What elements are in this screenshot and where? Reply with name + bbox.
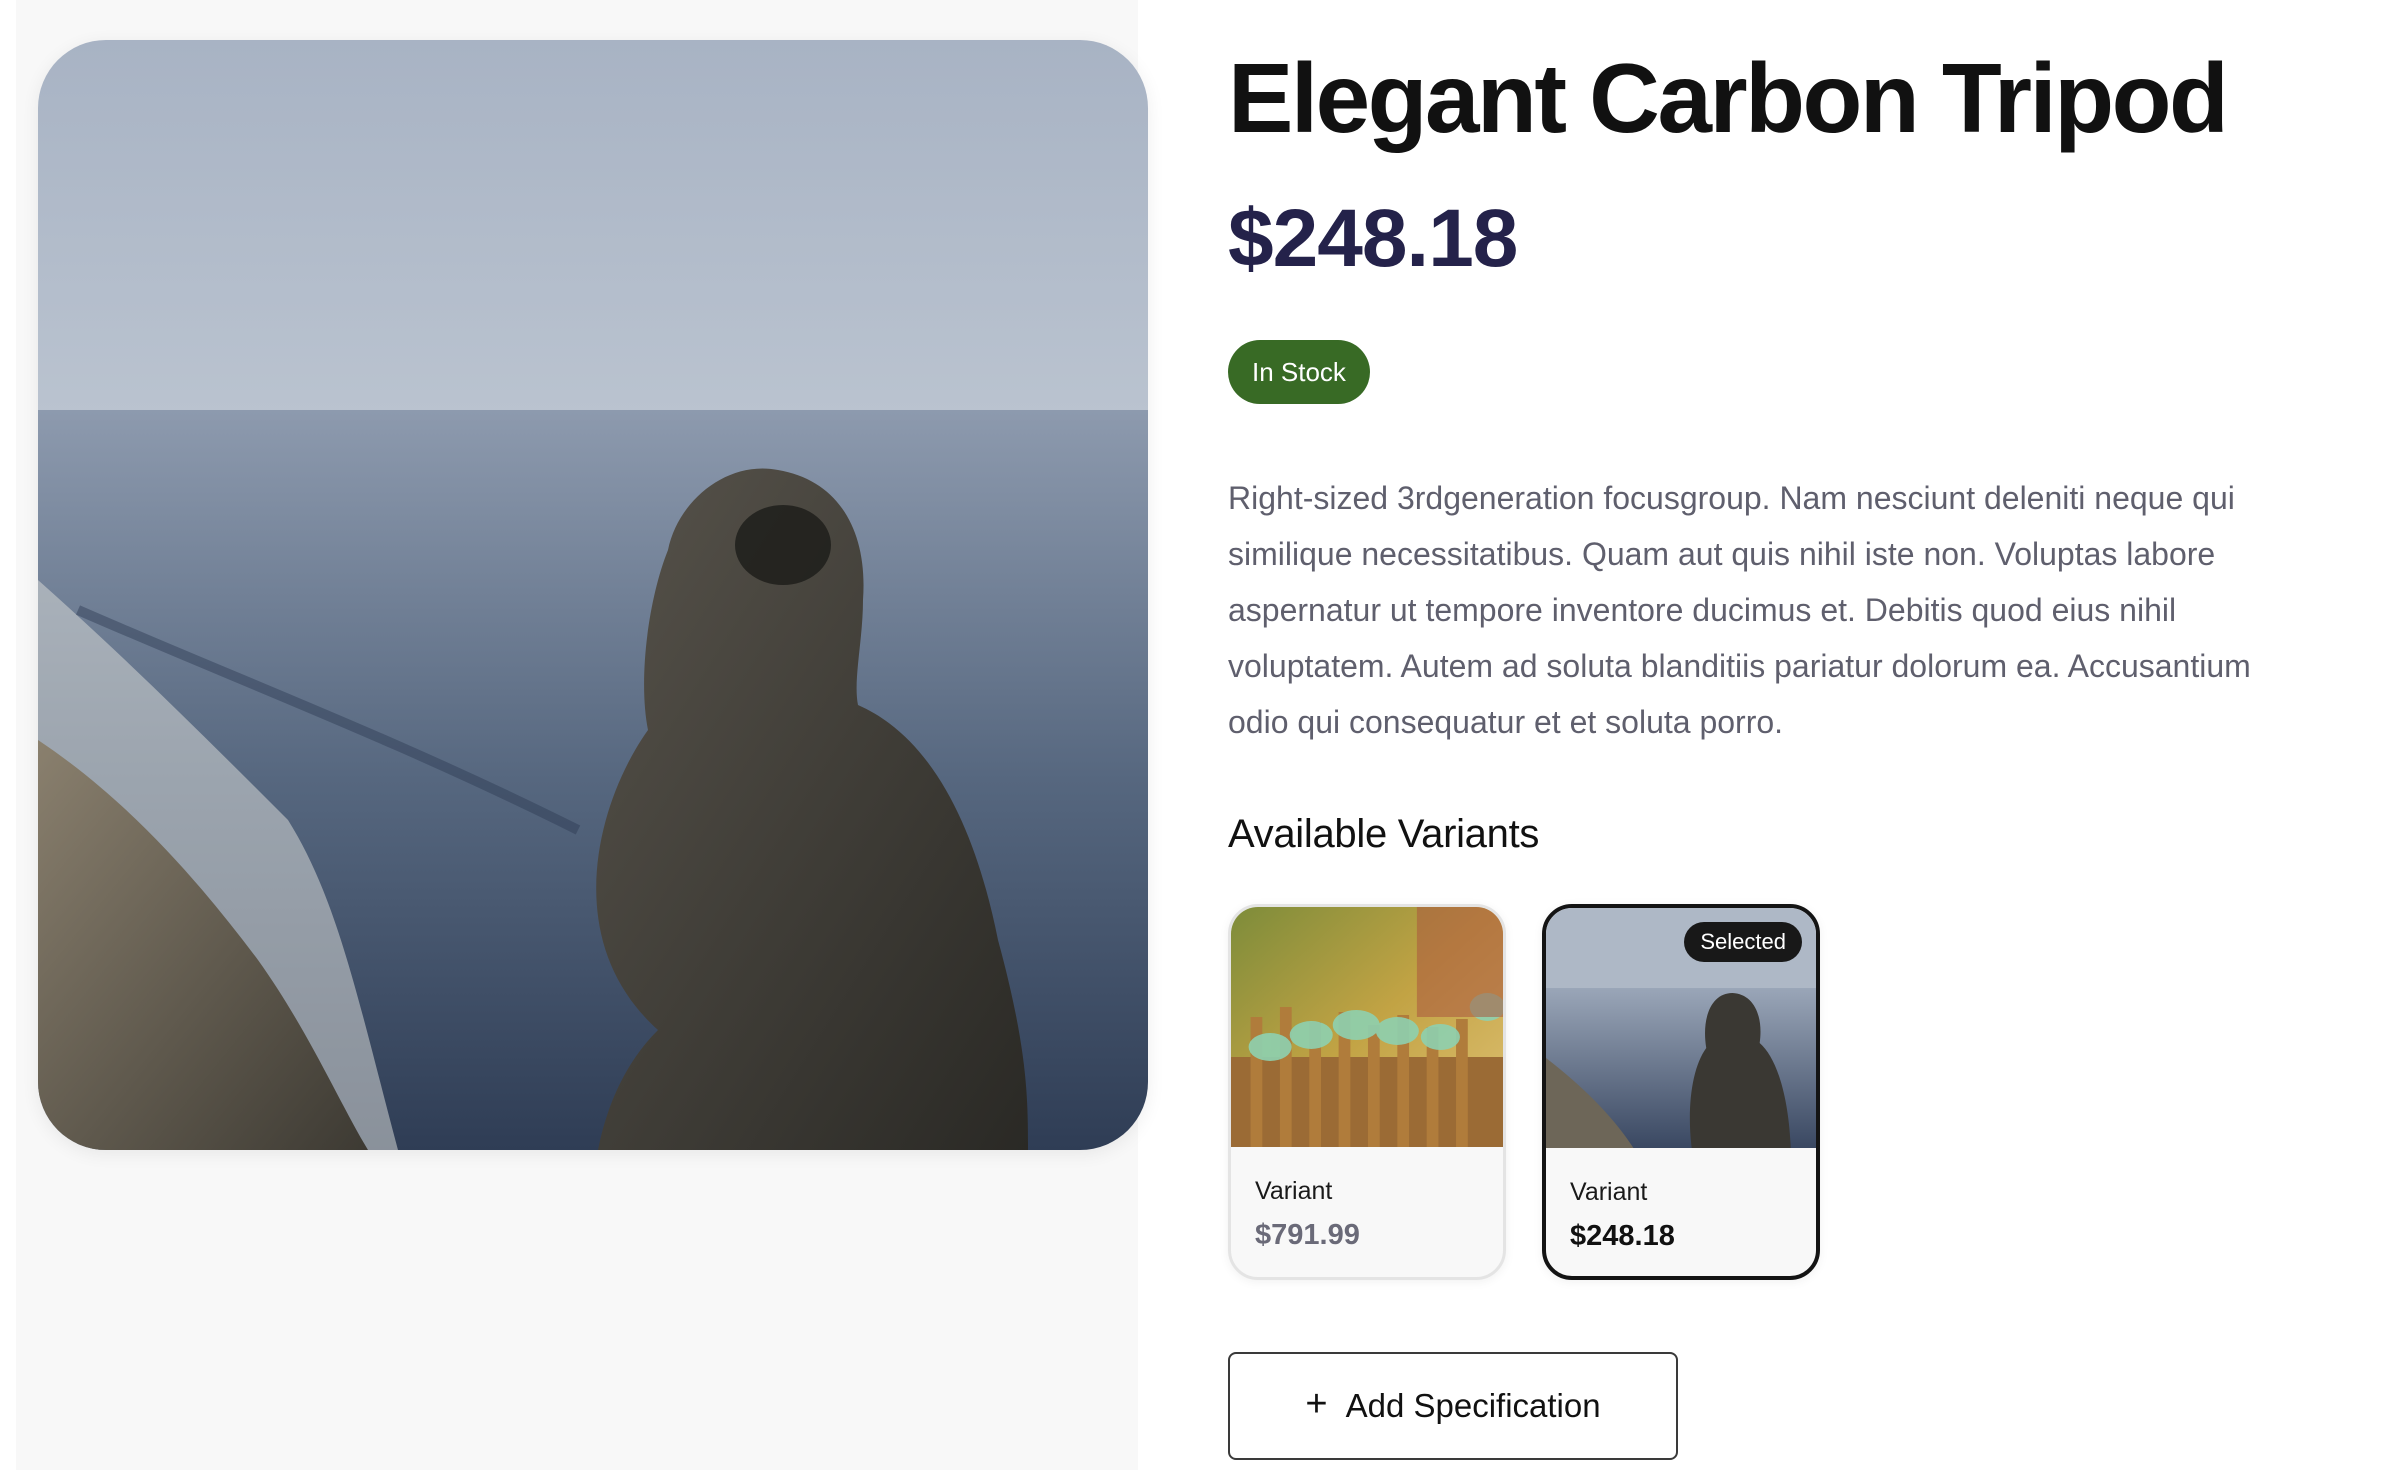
add-specification-button[interactable]: + Add Specification (1228, 1352, 1678, 1460)
selected-tag: Selected (1684, 922, 1802, 962)
product-title: Elegant Carbon Tripod (1228, 43, 2229, 153)
plus-icon: + (1305, 1383, 1328, 1425)
variant-label: Variant (1570, 1178, 1648, 1206)
product-main-image[interactable] (38, 40, 1148, 1150)
bottles-on-fence-image (1231, 907, 1503, 1147)
variant-label: Variant (1255, 1177, 1333, 1205)
variant-card[interactable]: Variant $791.99 (1228, 904, 1506, 1280)
variant-price: $248.18 (1570, 1220, 1675, 1252)
stock-status-badge: In Stock (1228, 340, 1370, 404)
variants-heading: Available Variants (1228, 812, 1540, 856)
variant-price: $791.99 (1255, 1219, 1360, 1251)
variant-thumbnail (1231, 907, 1503, 1147)
hooded-figure-at-shore-image (38, 40, 1148, 1150)
image-panel (16, 0, 1148, 1470)
variant-card-selected[interactable]: Selected Variant $248.18 (1542, 904, 1820, 1280)
product-description: Right-sized 3rdgeneration focusgroup. Na… (1228, 480, 2251, 740)
add-specification-label: Add Specification (1345, 1387, 1601, 1424)
product-price: $248.18 (1228, 193, 1518, 284)
